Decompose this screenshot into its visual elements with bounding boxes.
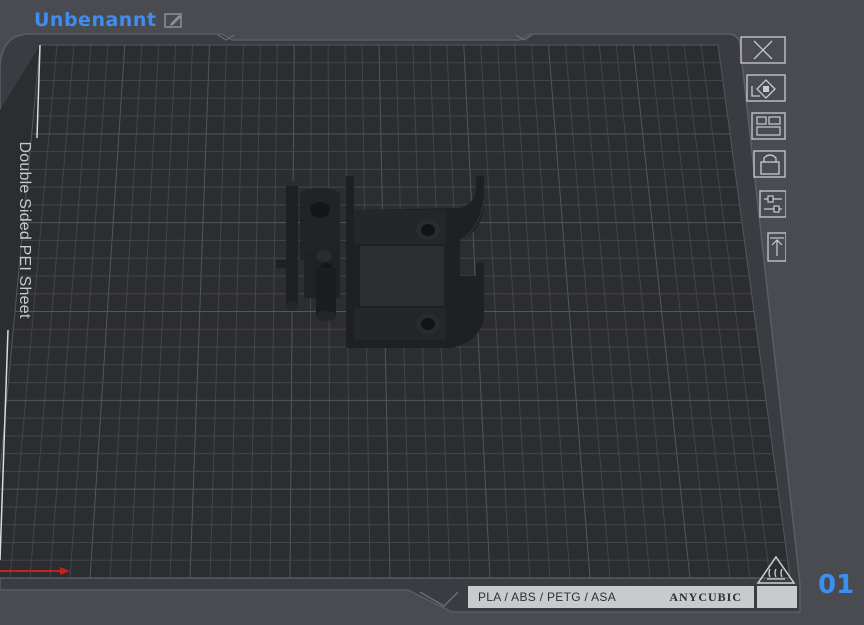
upload-icon[interactable] (740, 232, 786, 262)
hot-surface-warning-icon (756, 555, 796, 585)
auto-arrange-icon[interactable] (740, 74, 786, 104)
plate-number-label: 01 (818, 570, 855, 600)
project-title: Unbenannt (34, 9, 157, 31)
plate-corner-box (757, 586, 797, 608)
bed-info-tag: PLA / ABS / PETG / ASA ANYCUBIC (468, 586, 754, 608)
bed-side-label: Double Sided PEI Sheet (16, 141, 33, 319)
lock-icon[interactable] (740, 150, 786, 180)
plate-settings-icon[interactable] (740, 190, 786, 220)
delete-all-icon[interactable] (740, 36, 786, 66)
build-plate-viewport[interactable] (0, 0, 864, 625)
edit-title-icon[interactable] (164, 11, 184, 29)
plate-layout-icon[interactable] (740, 112, 786, 142)
filament-types-label: PLA / ABS / PETG / ASA (478, 590, 616, 604)
brand-logo: ANYCUBIC (669, 589, 742, 604)
